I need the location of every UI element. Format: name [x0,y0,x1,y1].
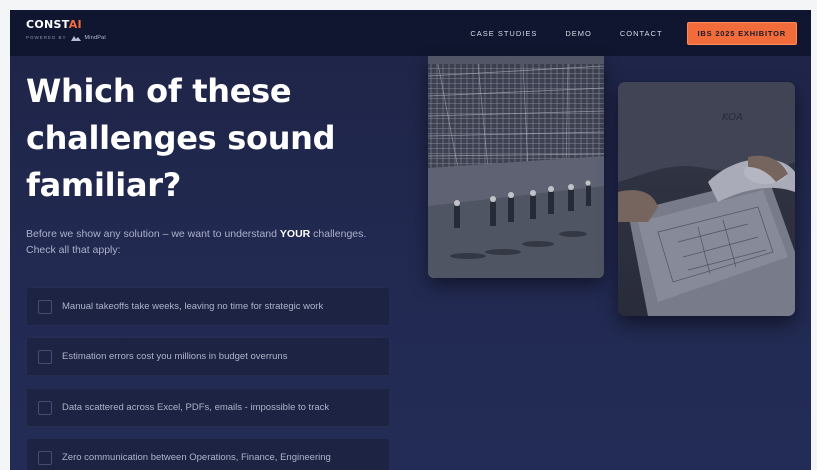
challenge-option[interactable]: Data scattered across Excel, PDFs, email… [26,388,390,427]
nav-links: CASE STUDIES DEMO CONTACT IBS 2025 EXHIB… [470,10,797,56]
logo-wordmark: CONSTAI [26,18,82,31]
partner-name: MindPal [84,35,106,41]
nav-link-demo[interactable]: DEMO [565,29,592,38]
checkbox[interactable] [38,299,52,314]
page: CONSTAI POWERED BY MindPal CASE STUDIES … [10,10,811,470]
blueprint-photo: KOA [618,82,795,316]
title-line-1: Which of these [26,72,292,110]
mindpal-logo-icon [70,36,81,41]
challenge-label: Manual takeoffs take weeks, leaving no t… [62,301,324,312]
logo[interactable]: CONSTAI POWERED BY MindPal [26,18,106,41]
title-line-3: familiar? [26,166,182,204]
title-line-2: challenges sound [26,119,336,157]
top-nav: CONSTAI POWERED BY MindPal CASE STUDIES … [10,10,811,56]
checkbox[interactable] [38,349,52,364]
checkbox[interactable] [38,400,52,415]
powered-by: POWERED BY MindPal [26,35,106,41]
intro-text: Before we show any solution – we want to… [26,228,367,256]
challenge-option[interactable]: Zero communication between Operations, F… [26,438,390,470]
exhibitor-cta-button[interactable]: IBS 2025 EXHIBITOR [686,21,797,45]
powered-by-label: POWERED BY [26,35,67,40]
challenge-label: Zero communication between Operations, F… [62,452,331,463]
nav-link-case-studies[interactable]: CASE STUDIES [470,29,537,38]
challenge-label: Data scattered across Excel, PDFs, email… [62,402,330,413]
intro-emphasis: YOUR [279,228,311,240]
challenge-option[interactable]: Estimation errors cost you millions in b… [26,337,390,376]
construction-site-photo [428,56,604,278]
checkbox[interactable] [38,450,52,465]
nav-link-contact[interactable]: CONTACT [620,29,663,38]
challenge-option[interactable]: Manual takeoffs take weeks, leaving no t… [26,287,390,326]
page-title: Which of these challenges sound familiar… [26,68,406,209]
challenge-label: Estimation errors cost you millions in b… [62,351,288,362]
